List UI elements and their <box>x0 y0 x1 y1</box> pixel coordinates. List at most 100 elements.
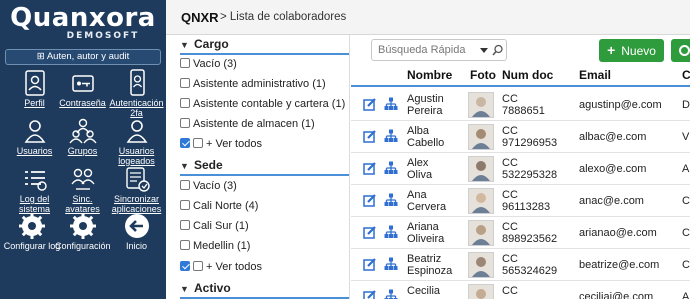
cell-nombre: Agustin Pereira <box>407 93 444 117</box>
gear-icon <box>19 213 45 239</box>
table-row[interactable]: Agustin Pereira CC 7888651 agustinp@e.com D <box>351 89 690 121</box>
filter-option[interactable]: Medellin (1) <box>180 240 250 256</box>
col-foto[interactable]: Foto <box>470 68 496 82</box>
edit-icon[interactable] <box>363 97 377 111</box>
filter-option-label: Asistente administrativo (1) <box>193 78 326 90</box>
col-email[interactable]: Email <box>579 68 611 82</box>
chevron-down-icon: ▼ <box>180 284 189 294</box>
cell-email: alexo@e.com <box>579 163 647 175</box>
filter-toggle-all[interactable]: + Ver todos <box>180 261 262 277</box>
filter-panel: ▼ Cargo Vacío (3) Asistente administrativ… <box>166 35 350 299</box>
checkbox[interactable] <box>180 118 190 128</box>
app-title[interactable]: QNXR <box>181 10 219 25</box>
filter-option[interactable]: Cali Norte (4) <box>180 200 258 216</box>
edit-icon[interactable] <box>363 161 377 175</box>
checkbox[interactable] <box>180 98 190 108</box>
cell-nombre: Ana Cervera <box>407 189 447 213</box>
checkbox[interactable] <box>180 220 190 230</box>
filter-title: Sede <box>194 158 223 172</box>
avatar <box>468 220 494 246</box>
filter-option[interactable]: Asistente administrativo (1) <box>180 78 326 94</box>
col-extra[interactable]: C <box>682 68 690 82</box>
checkbox-checked[interactable] <box>180 138 190 148</box>
table-row[interactable]: Beatriz Espinoza CC 565324629 beatrize@e.com… <box>351 249 690 281</box>
table-row[interactable]: Alex Oliva CC 532295328 alexo@e.com A <box>351 153 690 185</box>
filter-option-label: Medellin (1) <box>193 240 251 252</box>
filter-toggle-label: + Ver todos <box>206 261 262 273</box>
breadcrumb: > Lista de colaboradores <box>220 11 347 23</box>
filter-group-cargo[interactable]: ▼ Cargo <box>180 37 349 55</box>
search-input[interactable] <box>378 43 474 57</box>
avatar <box>468 156 494 182</box>
cell-extra: V <box>682 131 690 143</box>
checkbox-checked[interactable] <box>180 261 190 271</box>
checkbox[interactable] <box>193 138 203 148</box>
tile-inicio[interactable]: Inicio <box>109 211 164 271</box>
logged-user-icon <box>126 120 147 143</box>
checkbox[interactable] <box>180 240 190 250</box>
sync-apps-icon <box>125 167 150 192</box>
filter-option[interactable]: Vacío (3) <box>180 58 237 74</box>
section-auth-button[interactable]: ⊞ Auten, autor y audit <box>5 49 161 65</box>
avatar <box>468 124 494 150</box>
filter-title: Activo <box>194 281 231 295</box>
filter-toggle-all[interactable]: + Ver todos <box>180 138 262 154</box>
hierarchy-icon[interactable] <box>384 97 398 111</box>
checkbox[interactable] <box>180 58 190 68</box>
checkbox[interactable] <box>180 180 190 190</box>
table-row[interactable]: Ariana Oliveira CC 898923562 arianao@e.com C <box>351 217 690 249</box>
edit-icon[interactable] <box>363 193 377 207</box>
checkbox[interactable] <box>180 200 190 210</box>
checkbox[interactable] <box>180 78 190 88</box>
edit-icon[interactable] <box>363 129 377 143</box>
two-factor-phone-icon <box>129 69 145 96</box>
filter-title: Cargo <box>194 37 229 51</box>
hierarchy-icon[interactable] <box>384 161 398 175</box>
cell-extra: A <box>682 163 690 175</box>
filter-group-sede[interactable]: ▼ Sede <box>180 158 349 176</box>
hierarchy-icon[interactable] <box>384 129 398 143</box>
quick-search[interactable] <box>371 39 507 61</box>
avatar <box>468 188 494 214</box>
top-bar: QNXR > Lista de colaboradores <box>166 0 690 35</box>
chevron-down-icon: ▼ <box>180 161 189 171</box>
edit-icon[interactable] <box>363 289 377 299</box>
col-nombre[interactable]: Nombre <box>407 68 452 82</box>
tile-configurar-log[interactable]: Configurar log <box>3 211 61 271</box>
tile-label: Usuarios <box>16 146 53 156</box>
hierarchy-icon[interactable] <box>384 225 398 239</box>
new-button[interactable]: + Nuevo <box>599 39 664 62</box>
cell-num-doc: CC <box>502 285 518 297</box>
filter-group-activo[interactable]: ▼ Activo <box>180 281 349 299</box>
table-row[interactable]: Cecilia CC ceciliai@e.com A <box>351 281 690 299</box>
filter-option[interactable]: Vacío (3) <box>180 180 237 196</box>
extra-action-button[interactable] <box>671 39 690 62</box>
filter-option[interactable]: Asistente contable y cartera (1) <box>180 98 345 114</box>
tile-label: Grupos <box>67 146 98 156</box>
tile-label: Perfil <box>24 98 45 108</box>
filter-toggle-label: + Ver todos <box>206 138 262 150</box>
brand-name: Quanxora <box>10 3 156 33</box>
col-num-doc[interactable]: Num doc <box>502 68 553 82</box>
cell-email: arianao@e.com <box>579 227 657 239</box>
filter-option[interactable]: Cali Sur (1) <box>180 220 249 236</box>
tile-configuracion[interactable]: Configuración <box>55 211 111 271</box>
edit-icon[interactable] <box>363 257 377 271</box>
brand-logo[interactable]: Quanxora DEMOSOFT <box>6 4 160 41</box>
edit-icon[interactable] <box>363 225 377 239</box>
hierarchy-icon[interactable] <box>384 193 398 207</box>
table-row[interactable]: Ana Cervera CC 96113283 anac@e.com C <box>351 185 690 217</box>
chevron-down-icon[interactable] <box>480 48 488 53</box>
cell-num-doc: CC 7888651 <box>502 93 545 117</box>
cell-extra: C <box>682 227 690 239</box>
hierarchy-icon[interactable] <box>384 289 398 299</box>
filter-option[interactable]: Asistente de almacen (1) <box>180 118 315 134</box>
brand-subtitle: DEMOSOFT <box>66 31 140 41</box>
cell-num-doc: CC 971296953 <box>502 125 558 149</box>
checkbox[interactable] <box>193 261 203 271</box>
new-button-label: Nuevo <box>621 44 656 58</box>
search-icon[interactable] <box>492 44 504 56</box>
cell-num-doc: CC 96113283 <box>502 189 551 213</box>
hierarchy-icon[interactable] <box>384 257 398 271</box>
table-row[interactable]: Alba Cabello CC 971296953 albac@e.com V <box>351 121 690 153</box>
